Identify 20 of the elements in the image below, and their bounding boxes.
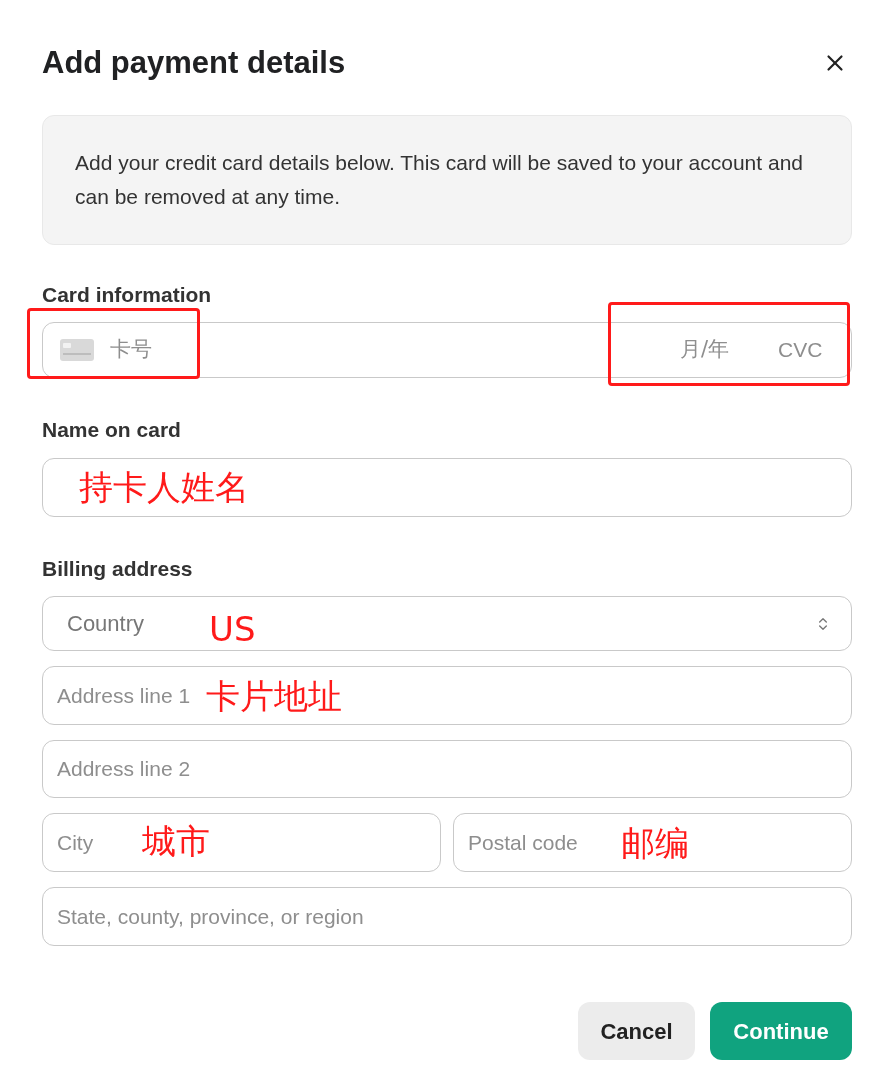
field-label: Billing address bbox=[42, 555, 194, 582]
text-field[interactable]: State, county, province, or region bbox=[42, 887, 852, 946]
card-number-field[interactable]: 卡号 bbox=[110, 334, 310, 366]
expiry-field[interactable]: 月/年 bbox=[680, 334, 750, 366]
field-label: Name on card bbox=[42, 417, 182, 443]
text-field[interactable]: Address line 2 bbox=[42, 740, 852, 798]
annotation-text: 持卡人姓名 bbox=[79, 469, 249, 504]
annotation-text: 城市 bbox=[142, 824, 210, 858]
country-select[interactable]: Country US bbox=[42, 596, 852, 651]
field-label: Card information bbox=[42, 281, 213, 308]
cvc-field[interactable]: CVC bbox=[778, 334, 834, 366]
continue-button[interactable]: Continue bbox=[710, 1002, 852, 1060]
dialog-title: Add payment details bbox=[42, 44, 346, 82]
cancel-button[interactable]: Cancel bbox=[578, 1002, 695, 1060]
annotation-text: US bbox=[209, 612, 256, 646]
annotation-text: 卡片地址 bbox=[206, 679, 342, 713]
annotation-text: 邮编 bbox=[621, 826, 689, 860]
notice-text: Add your credit card details below. This card will be saved to your account and can be removed at any time. bbox=[42, 114, 852, 245]
credit-card-icon bbox=[60, 339, 94, 361]
select-placeholder: Country bbox=[67, 610, 145, 638]
